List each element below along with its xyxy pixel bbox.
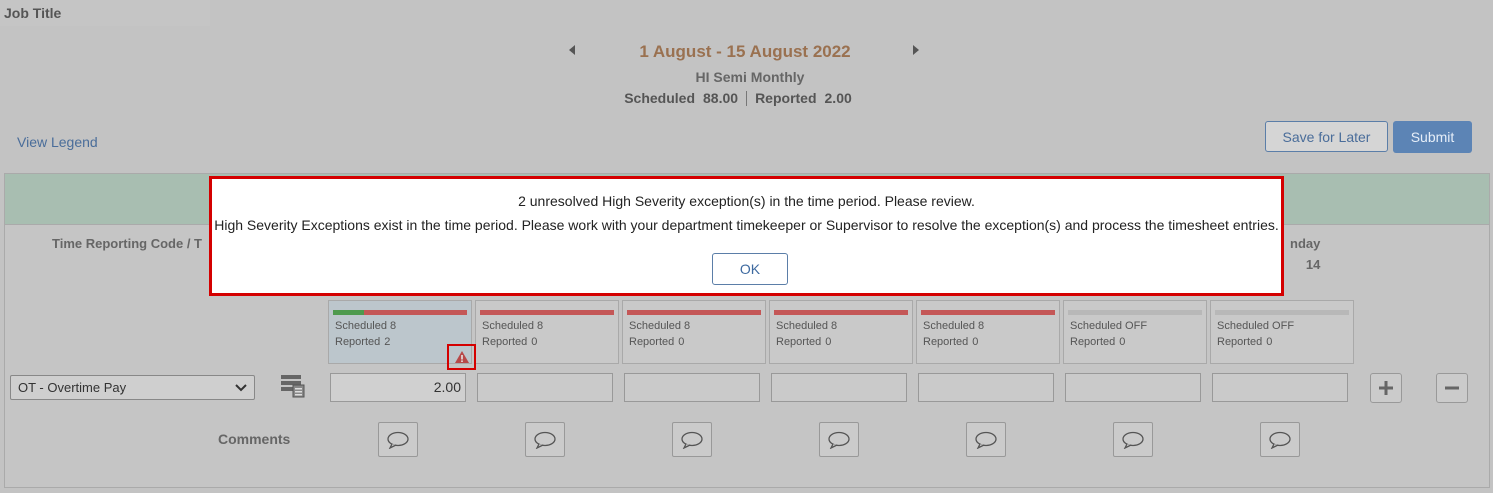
scheduled-value: 88.00 xyxy=(703,90,739,106)
day-summary-card: Scheduled 8 Reported 0 xyxy=(916,300,1060,364)
view-legend-link[interactable]: View Legend xyxy=(17,134,98,150)
scheduled-hours: Scheduled OFF xyxy=(1217,320,1295,332)
reported-hours: 0 xyxy=(825,336,832,348)
hours-input[interactable] xyxy=(771,373,907,402)
progress-bar xyxy=(921,310,1055,315)
comment-bubble-icon xyxy=(1269,431,1291,449)
add-row-button[interactable] xyxy=(1370,373,1402,403)
hours-input[interactable] xyxy=(918,373,1054,402)
exception-alert-dialog: 2 unresolved High Severity exception(s) … xyxy=(209,176,1284,296)
reported-hours: 0 xyxy=(972,336,979,348)
comment-button[interactable] xyxy=(525,422,565,457)
reported-hours: 0 xyxy=(678,336,685,348)
scheduled-hours: Scheduled 8 xyxy=(923,320,985,332)
scheduled-hours: Scheduled 8 xyxy=(482,320,544,332)
hours-input[interactable] xyxy=(477,373,613,402)
hours-input[interactable] xyxy=(624,373,760,402)
progress-bar xyxy=(1215,310,1349,315)
reported-label: Reported xyxy=(629,336,675,348)
reported-label: Reported xyxy=(1070,336,1116,348)
warning-icon xyxy=(454,351,469,363)
reported-hours: 0 xyxy=(1266,336,1273,348)
job-title-label: Job Title xyxy=(4,5,62,21)
comment-bubble-icon xyxy=(975,431,997,449)
reported-label: Reported xyxy=(1217,336,1263,348)
chevron-right-icon[interactable] xyxy=(913,45,919,55)
comment-bubble-icon xyxy=(387,431,409,449)
hours-input[interactable] xyxy=(1212,373,1348,402)
scheduled-hours: Scheduled 8 xyxy=(629,320,691,332)
period-title: 1 August - 15 August 2022 xyxy=(639,42,851,61)
scheduled-label: Scheduled xyxy=(624,90,696,106)
reported-label: Reported xyxy=(755,90,817,106)
plus-icon xyxy=(1379,381,1393,395)
comments-label: Comments xyxy=(218,431,291,447)
progress-bar xyxy=(627,310,761,315)
pay-group: HI Semi Monthly xyxy=(695,69,805,85)
day-summary-card: Scheduled 8 Reported 0 xyxy=(769,300,913,364)
period-totals: Scheduled 88.00 Reported 2.00 xyxy=(600,90,876,106)
trc-column-header: Time Reporting Code / T xyxy=(52,236,202,251)
reported-label: Reported xyxy=(335,336,381,348)
comment-button[interactable] xyxy=(1260,422,1300,457)
comment-button[interactable] xyxy=(1113,422,1153,457)
day-summary-card: Scheduled 8 Reported 0 xyxy=(622,300,766,364)
day-summary-card: Scheduled 8 Reported 0 xyxy=(475,300,619,364)
reported-hours: 2 xyxy=(384,336,391,348)
reported-hours: 0 xyxy=(531,336,538,348)
scheduled-hours: Scheduled 8 xyxy=(335,320,397,332)
comment-bubble-icon xyxy=(828,431,850,449)
chevron-left-icon[interactable] xyxy=(569,45,575,55)
alert-message-detail: High Severity Exceptions exist in the ti… xyxy=(214,217,1279,233)
chevron-down-icon xyxy=(235,384,247,392)
comment-bubble-icon xyxy=(534,431,556,449)
comment-bubble-icon xyxy=(681,431,703,449)
hours-input[interactable] xyxy=(1065,373,1201,402)
comment-bubble-icon xyxy=(1122,431,1144,449)
reported-label: Reported xyxy=(482,336,528,348)
minus-icon xyxy=(1445,386,1459,390)
day-name: nday xyxy=(1290,236,1321,251)
remove-row-button[interactable] xyxy=(1436,373,1468,403)
trc-select[interactable]: OT - Overtime Pay xyxy=(10,375,255,400)
reported-label: Reported xyxy=(776,336,822,348)
alert-message-summary: 2 unresolved High Severity exception(s) … xyxy=(518,193,975,209)
save-for-later-button[interactable]: Save for Later xyxy=(1265,121,1388,152)
comment-button[interactable] xyxy=(966,422,1006,457)
progress-bar xyxy=(480,310,614,315)
ok-button[interactable]: OK xyxy=(712,253,788,285)
comment-button[interactable] xyxy=(378,422,418,457)
reported-value: 2.00 xyxy=(824,90,852,106)
comment-button[interactable] xyxy=(672,422,712,457)
progress-fill xyxy=(333,310,364,315)
progress-bar xyxy=(774,310,908,315)
scheduled-hours: Scheduled 8 xyxy=(776,320,838,332)
submit-button[interactable]: Submit xyxy=(1393,121,1472,153)
reported-hours: 0 xyxy=(1119,336,1126,348)
progress-bar xyxy=(1068,310,1202,315)
day-column-header: nday 14 xyxy=(1290,236,1320,272)
hours-input[interactable]: 2.00 xyxy=(330,373,466,402)
day-date: 14 xyxy=(1305,257,1321,272)
comment-button[interactable] xyxy=(819,422,859,457)
divider xyxy=(746,91,748,106)
task-list-icon[interactable] xyxy=(280,374,306,403)
exception-warning-highlight[interactable] xyxy=(447,344,476,370)
progress-bar xyxy=(333,310,467,315)
day-summary-card: Scheduled OFF Reported 0 xyxy=(1063,300,1207,364)
trc-selected-value: OT - Overtime Pay xyxy=(18,380,127,395)
reported-label: Reported xyxy=(923,336,969,348)
scheduled-hours: Scheduled OFF xyxy=(1070,320,1148,332)
day-summary-card: Scheduled OFF Reported 0 xyxy=(1210,300,1354,364)
